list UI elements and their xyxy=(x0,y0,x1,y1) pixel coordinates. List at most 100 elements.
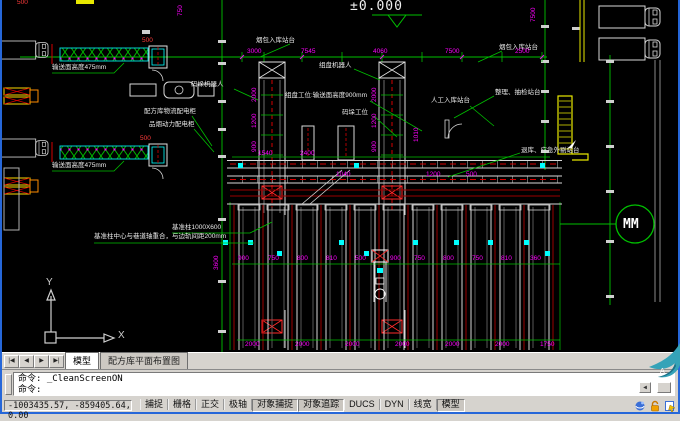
drawing-canvas[interactable]: 烟包入库站台烟包入库站台码垛机器人组盘机器人组盘工位:输送面高度900mm码垛工… xyxy=(2,0,678,352)
drawing-label-25: 2000 xyxy=(252,88,259,102)
tab-layout[interactable]: 配方库平面布置图 xyxy=(100,352,188,369)
drawing-label-9: 输送面高度475mm xyxy=(52,65,106,72)
drawing-label-20: 4060 xyxy=(373,49,387,56)
drawing-label-11: 配方库物流配电柜 xyxy=(144,109,196,116)
drawing-label-23: 750 xyxy=(178,5,185,16)
drawing-label-49: 2000 xyxy=(245,342,259,349)
leader-lines xyxy=(52,44,520,243)
coordinate-readout: -1003435.57, -859405.64, 0.00 xyxy=(4,400,132,411)
mm-bubble-label: MM xyxy=(623,217,639,232)
drawing-label-31: 1010 xyxy=(414,128,421,142)
drawing-label-10: 输送面高度475mm xyxy=(52,163,106,170)
command-text-area[interactable]: 命令: _CleanScreenON 命令: ◀ xyxy=(13,372,675,396)
drawing-label-46: 750 xyxy=(472,256,483,263)
command-history-line: 命令: _CleanScreenON xyxy=(18,374,670,385)
drawing-label-42: 500 xyxy=(355,256,366,263)
drawing-label-5: 码垛工位 xyxy=(342,110,368,117)
drawing-label-2: 码垛机器人 xyxy=(191,82,224,89)
drawing-label-22: 2500 xyxy=(515,49,529,56)
tab-scroll-button-2[interactable]: ▶ xyxy=(34,355,49,368)
drawing-label-43: 900 xyxy=(390,256,401,263)
drawing-label-48: 360 xyxy=(530,256,541,263)
drawing-label-44: 750 xyxy=(414,256,425,263)
status-toggle-线宽[interactable]: 线宽 xyxy=(409,399,437,410)
drawing-label-4: 组盘工位:输送面高度900mm xyxy=(285,93,367,100)
stacker-crane xyxy=(372,250,388,302)
drawing-label-37: 500 xyxy=(466,172,477,179)
drawing-label-29: 1200 xyxy=(372,114,379,128)
drawing-label-36: 1200 xyxy=(426,172,440,179)
drawing-label-35: 1040 xyxy=(336,172,350,179)
status-toggle-栅格[interactable]: 栅格 xyxy=(168,399,196,410)
drawing-label-53: 2000 xyxy=(445,342,459,349)
drawing-label-28: 2000 xyxy=(372,88,379,102)
drawing-label-41: 810 xyxy=(326,256,337,263)
status-toggle-对象捕捉[interactable]: 对象捕捉 xyxy=(252,399,298,412)
status-toggle-对象追踪[interactable]: 对象追踪 xyxy=(298,399,344,412)
communication-center-icon[interactable] xyxy=(634,400,646,412)
ucs-y-label: Y xyxy=(46,277,53,288)
drawing-label-34: 2400 xyxy=(300,151,314,158)
drawing-label-3: 组盘机器人 xyxy=(319,63,352,70)
drawing-label-55: 1750 xyxy=(540,342,554,349)
mm-bubble xyxy=(560,205,654,243)
drawing-label-6: 人工入库站台 xyxy=(431,98,470,105)
status-toggle-极轴[interactable]: 极轴 xyxy=(224,399,252,410)
drawing-label-45: 800 xyxy=(443,256,454,263)
status-toggle-模型[interactable]: 模型 xyxy=(437,399,465,412)
status-toggle-正交[interactable]: 正交 xyxy=(196,399,224,410)
drawing-label-54: 2000 xyxy=(495,342,509,349)
drawing-label-8: 退库、应急外剔站台 xyxy=(521,148,580,155)
drawing-label-52: 2000 xyxy=(395,342,409,349)
status-toggle-group: 捕捉栅格正交极轴对象捕捉对象追踪DUCSDYN线宽模型 xyxy=(140,399,465,412)
drawing-label-38: 900 xyxy=(238,256,249,263)
drawing-label-17: 500 xyxy=(140,136,151,143)
level-annotation: ±0.000 xyxy=(350,0,403,14)
drawing-label-15: 500 xyxy=(17,0,28,7)
command-window-grip[interactable] xyxy=(5,374,12,395)
drawing-label-40: 800 xyxy=(297,256,308,263)
drawing-label-50: 2000 xyxy=(295,342,309,349)
drawing-label-51: 2000 xyxy=(345,342,359,349)
drawing-label-30: 900 xyxy=(372,141,379,152)
status-tray xyxy=(634,400,676,412)
tab-scroll-button-0[interactable]: |◀ xyxy=(4,355,19,368)
drawing-label-14: 基准柱中心与巷道轴重合，与边轨间距200mm xyxy=(94,234,226,241)
drawing-label-24: 7500 xyxy=(531,8,538,22)
layout-tab-bar: |◀◀▶▶| 模型 配方库平面布置图 xyxy=(2,352,678,369)
toolbar-lock-icon[interactable] xyxy=(649,400,661,412)
main-conveyor-band xyxy=(227,157,562,204)
drawing-label-12: 品烟动力配电柜 xyxy=(149,122,195,129)
clean-screen-icon[interactable] xyxy=(664,400,676,412)
drawing-label-0: 烟包入库站台 xyxy=(256,38,295,45)
drawing-label-33: 1540 xyxy=(258,151,272,158)
tab-scroll-button-3[interactable]: ▶| xyxy=(49,355,64,368)
scrollbar-thumb[interactable] xyxy=(657,382,671,393)
drawing-label-32: 3600 xyxy=(214,256,221,270)
drawing-label-7: 整理、抽检站台 xyxy=(495,90,541,97)
ucs-icon xyxy=(45,290,114,343)
tab-model[interactable]: 模型 xyxy=(65,352,99,369)
drawing-label-13: 基准柱1000X600 xyxy=(172,225,221,232)
svg-text:A: A xyxy=(660,368,665,375)
drawing-label-39: 750 xyxy=(268,256,279,263)
command-window: 命令: _CleanScreenON 命令: ◀ xyxy=(2,369,678,399)
ucs-x-label: X xyxy=(118,330,125,341)
drawing-label-21: 7500 xyxy=(445,49,459,56)
tab-scroll-button-1[interactable]: ◀ xyxy=(19,355,34,368)
status-toggle-DYN[interactable]: DYN xyxy=(380,399,409,410)
scroll-left-icon[interactable]: ◀ xyxy=(639,382,651,393)
status-toggle-捕捉[interactable]: 捕捉 xyxy=(140,399,168,410)
drawing-label-18: 3000 xyxy=(247,49,261,56)
status-bar: -1003435.57, -859405.64, 0.00 捕捉栅格正交极轴对象… xyxy=(2,399,678,412)
command-prompt-line: 命令: xyxy=(18,385,670,396)
drawing-label-26: 1200 xyxy=(252,114,259,128)
command-scrollbar[interactable]: ◀ xyxy=(639,382,671,393)
drawing-label-19: 7545 xyxy=(301,49,315,56)
tab-scroll-buttons: |◀◀▶▶| xyxy=(4,355,64,369)
outfeed-trucks xyxy=(599,6,660,60)
vendor-logo-icon: A xyxy=(642,340,680,382)
status-toggle-DUCS[interactable]: DUCS xyxy=(344,399,380,410)
autocad-window: 烟包入库站台烟包入库站台码垛机器人组盘机器人组盘工位:输送面高度900mm码垛工… xyxy=(0,0,680,414)
drawing-label-47: 810 xyxy=(501,256,512,263)
